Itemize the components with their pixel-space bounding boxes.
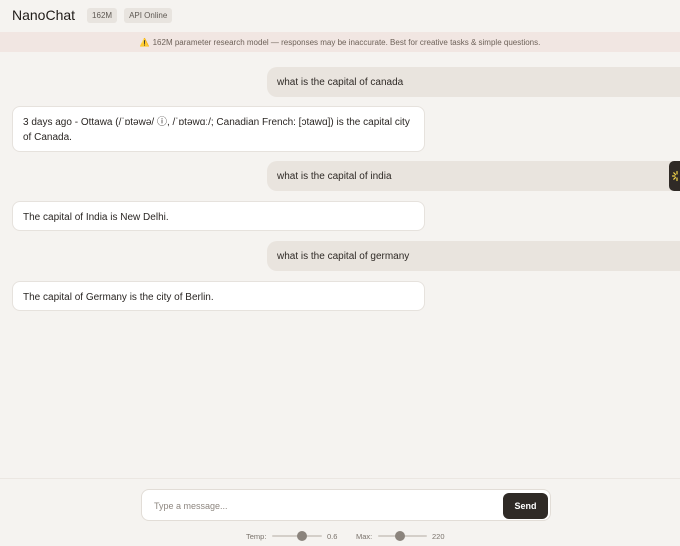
generation-controls: Temp: 0.6 Max: 220	[0, 529, 680, 543]
sparkle-icon	[671, 170, 678, 182]
temperature-slider[interactable]	[272, 531, 322, 541]
composer-footer: Send Temp: 0.6 Max: 220	[0, 478, 680, 546]
message-composer: Send	[141, 489, 551, 521]
side-panel-toggle[interactable]	[669, 161, 680, 191]
user-message-text: what is the capital of germany	[277, 250, 410, 262]
send-button[interactable]: Send	[503, 493, 548, 519]
assistant-message-text: The capital of India is New Delhi.	[23, 212, 169, 223]
max-tokens-slider-thumb[interactable]	[395, 531, 405, 541]
chat-messages: what is the capital of canada 3 days ago…	[0, 60, 680, 476]
temperature-value: 0.6	[327, 532, 338, 541]
assistant-message: 3 days ago - Ottawa (/ˈɒtəwə/ ⓘ, /ˈɒtəwɑ…	[12, 106, 425, 152]
max-tokens-slider[interactable]	[378, 531, 427, 541]
app-title: NanoChat	[12, 7, 76, 23]
message-input[interactable]	[152, 497, 492, 515]
user-message-text: what is the capital of canada	[277, 76, 404, 88]
max-tokens-label: Max:	[356, 532, 373, 541]
max-tokens-value: 220	[432, 532, 445, 541]
assistant-message: The capital of India is New Delhi.	[12, 201, 425, 231]
disclaimer-banner: ⚠️ 162M parameter research model — respo…	[0, 32, 680, 52]
app-header: NanoChat 162M API Online	[0, 0, 680, 30]
user-message: what is the capital of germany	[267, 241, 680, 271]
user-message-text: what is the capital of india	[277, 170, 392, 182]
temperature-label: Temp:	[246, 532, 267, 541]
assistant-message-text: The capital of Germany is the city of Be…	[23, 292, 214, 303]
assistant-message-text: 3 days ago - Ottawa (/ˈɒtəwə/ ⓘ, /ˈɒtəwɑ…	[23, 117, 410, 143]
temperature-slider-thumb[interactable]	[297, 531, 307, 541]
assistant-message: The capital of Germany is the city of Be…	[12, 281, 425, 311]
disclaimer-text: 162M parameter research model — response…	[152, 37, 541, 47]
user-message: what is the capital of india	[267, 161, 680, 191]
warning-icon: ⚠️	[139, 37, 150, 47]
user-message: what is the capital of canada	[267, 67, 680, 97]
model-size-badge: 162M	[87, 7, 118, 23]
api-status-badge: API Online	[124, 7, 173, 23]
